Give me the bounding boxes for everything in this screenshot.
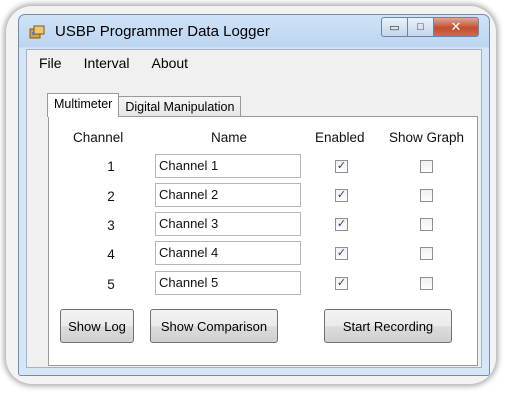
- close-icon: ✕: [450, 19, 462, 34]
- channel-name-input[interactable]: Channel 5: [155, 271, 301, 295]
- menu-about[interactable]: About: [139, 55, 198, 71]
- menu-file[interactable]: File: [27, 55, 72, 71]
- header-show-graph: Show Graph: [389, 130, 465, 145]
- checkmark-icon: ✓: [336, 247, 347, 259]
- show-log-button[interactable]: Show Log: [60, 309, 134, 343]
- channel-number: 4: [107, 247, 115, 262]
- tab-multimeter[interactable]: Multimeter: [47, 93, 120, 117]
- start-recording-button[interactable]: Start Recording: [324, 309, 452, 343]
- minimize-button[interactable]: ▭: [381, 17, 408, 37]
- show-graph-checkbox[interactable]: [420, 277, 433, 290]
- enabled-checkbox[interactable]: ✓: [335, 247, 348, 260]
- channel-name-input[interactable]: Channel 4: [155, 241, 301, 265]
- channel-number: 2: [107, 189, 115, 204]
- header-enabled: Enabled: [315, 130, 365, 145]
- header-name: Name: [211, 130, 248, 145]
- menu-bar: File Interval About: [27, 50, 481, 76]
- channel-number: 1: [107, 159, 115, 174]
- show-graph-checkbox[interactable]: [420, 247, 433, 260]
- checkmark-icon: ✓: [336, 189, 347, 201]
- show-graph-checkbox[interactable]: [420, 218, 433, 231]
- channel-name-input[interactable]: Channel 1: [155, 154, 301, 178]
- client-area: File Interval About Multimeter Digital M…: [26, 49, 482, 368]
- channel-number: 3: [107, 218, 115, 233]
- show-graph-checkbox[interactable]: [420, 189, 433, 202]
- enabled-checkbox[interactable]: ✓: [335, 189, 348, 202]
- title-bar[interactable]: USBP Programmer Data Logger ▭ □ ✕: [19, 15, 489, 49]
- channel-name-input[interactable]: Channel 2: [155, 183, 301, 207]
- menu-interval[interactable]: Interval: [72, 55, 140, 71]
- window-title: USBP Programmer Data Logger: [55, 23, 270, 40]
- app-icon: [29, 25, 45, 39]
- channel-number: 5: [107, 277, 115, 292]
- multimeter-panel: Channel Name Enabled Show Graph 1 Channe…: [48, 116, 478, 366]
- channel-name-input[interactable]: Channel 3: [155, 212, 301, 236]
- maximize-icon: □: [417, 21, 424, 33]
- show-comparison-button[interactable]: Show Comparison: [150, 309, 278, 343]
- enabled-checkbox[interactable]: ✓: [335, 160, 348, 173]
- tab-digital-manipulation[interactable]: Digital Manipulation: [118, 96, 242, 117]
- close-button[interactable]: ✕: [434, 17, 479, 37]
- show-graph-checkbox[interactable]: [420, 160, 433, 173]
- checkmark-icon: ✓: [336, 218, 347, 230]
- maximize-button[interactable]: □: [408, 17, 434, 37]
- tab-strip: Multimeter Digital Manipulation: [47, 93, 242, 117]
- app-window: USBP Programmer Data Logger ▭ □ ✕ File I…: [18, 14, 490, 376]
- window-controls: ▭ □ ✕: [381, 17, 479, 37]
- enabled-checkbox[interactable]: ✓: [335, 277, 348, 290]
- checkmark-icon: ✓: [336, 160, 347, 172]
- header-channel: Channel: [73, 130, 124, 145]
- minimize-icon: ▭: [389, 21, 400, 34]
- enabled-checkbox[interactable]: ✓: [335, 218, 348, 231]
- checkmark-icon: ✓: [336, 277, 347, 289]
